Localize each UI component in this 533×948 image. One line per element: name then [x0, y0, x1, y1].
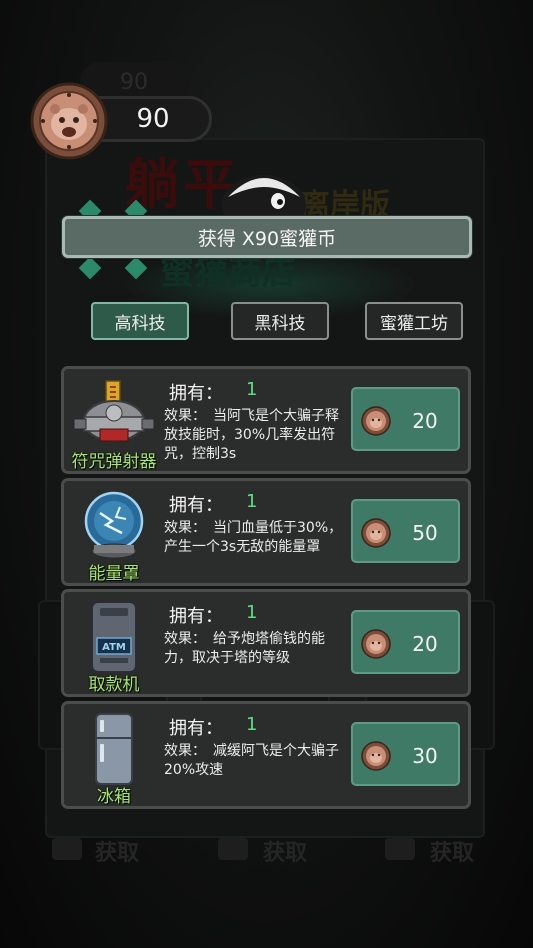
badger-coin-icon [30, 82, 108, 160]
energy-shield-icon [84, 491, 144, 559]
atm-icon: ATM [91, 601, 137, 673]
buy-button[interactable]: 30 [351, 722, 460, 786]
item-price: 30 [412, 744, 438, 768]
item-effect: 效果： 当阿飞是个大骗子释放技能时，30%几率发出符咒，控制3s [164, 408, 339, 462]
video-camera-icon [385, 838, 415, 860]
badger-coin-icon [361, 741, 391, 771]
shop-item-card: 能量罩 拥有： 1 效果： 当门血量低于30%，产生一个3s无敌的能量罩 50 [61, 478, 471, 586]
tab-black-tech[interactable]: 黑科技 [231, 302, 329, 340]
owned-label: 拥有： [169, 383, 223, 404]
owned-count: 1 [246, 714, 258, 735]
background-card-label: 获取 [95, 841, 140, 866]
video-camera-icon [52, 838, 82, 860]
shop-item-card: 符咒弹射器 拥有： 1 效果： 当阿飞是个大骗子释放技能时，30%几率发出符咒，… [61, 366, 471, 474]
item-effect: 效果： 当门血量低于30%，产生一个3s无敌的能量罩 [164, 520, 343, 555]
owned-count: 1 [246, 491, 258, 512]
fridge-icon [95, 713, 133, 785]
item-name: 冰箱 [97, 787, 131, 807]
coin-shadow-count: 90 [120, 70, 148, 95]
tab-badger-workshop[interactable]: 蜜獾工坊 [365, 302, 463, 340]
item-price: 50 [412, 521, 438, 545]
owned-label: 拥有： [169, 495, 223, 516]
item-effect: 效果： 给予炮塔偷钱的能力，取决于塔的等级 [164, 631, 325, 666]
item-name: 取款机 [88, 675, 140, 695]
background-card-label: 获取 [263, 841, 308, 866]
buy-button[interactable]: 20 [351, 387, 460, 451]
item-price: 20 [412, 409, 438, 433]
owned-count: 1 [246, 602, 258, 623]
svg-text:ATM: ATM [102, 642, 126, 653]
badger-coin-icon [361, 629, 391, 659]
item-price: 20 [412, 632, 438, 656]
reward-toast: 获得 X90蜜獾币 [62, 216, 472, 258]
background-card-label: 获取 [430, 841, 475, 866]
shop-item-card: ATM 取款机 拥有： 1 效果： 给予炮塔偷钱的能力，取决于塔的等级 20 [61, 589, 471, 697]
item-name: 符咒弹射器 [71, 452, 157, 472]
badger-coin-icon [361, 518, 391, 548]
talisman-launcher-icon [73, 380, 155, 442]
tab-high-tech[interactable]: 高科技 [91, 302, 189, 340]
owned-label: 拥有： [169, 606, 223, 627]
owned-label: 拥有： [169, 718, 223, 739]
video-camera-icon [218, 838, 248, 860]
owned-count: 1 [246, 379, 258, 400]
item-name: 能量罩 [88, 564, 140, 584]
badger-coin-icon [361, 406, 391, 436]
badger-mascot-icon [222, 175, 306, 221]
buy-button[interactable]: 50 [351, 499, 460, 563]
coin-count: 90 [136, 104, 170, 134]
shop-item-card: 冰箱 拥有： 1 效果： 减缓阿飞是个大骗子20%攻速 30 [61, 701, 471, 809]
item-effect: 效果： 减缓阿飞是个大骗子20%攻速 [164, 743, 339, 778]
buy-button[interactable]: 20 [351, 610, 460, 674]
